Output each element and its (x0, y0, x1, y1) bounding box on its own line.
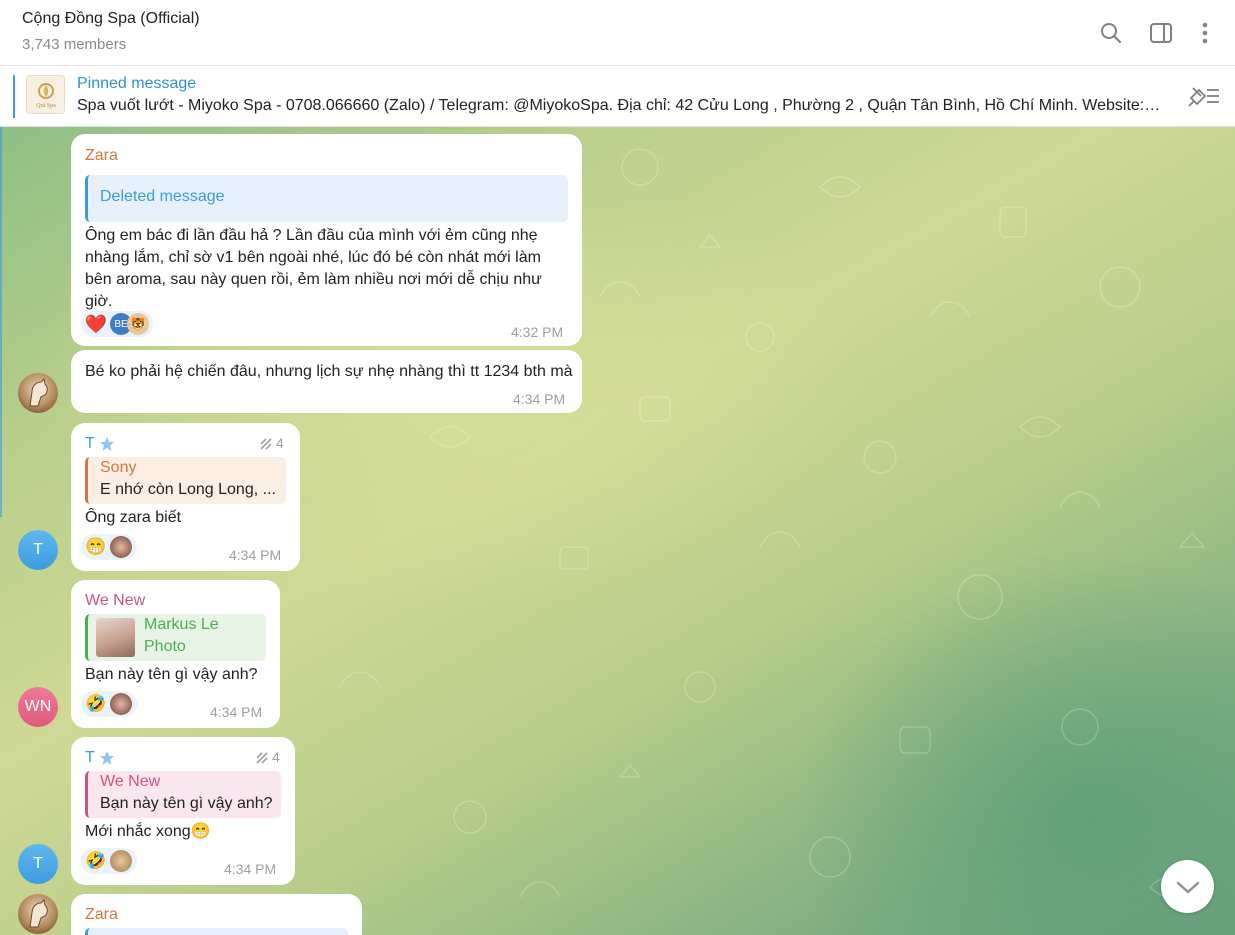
reply-quote[interactable]: We New Bạn này tên gì vậy anh? (85, 771, 281, 818)
pinned-message-bar[interactable]: Qui Spa Pinned message Spa vuốt lướt - M… (0, 66, 1235, 127)
sidebar-toggle-icon[interactable] (1148, 20, 1174, 46)
reactions[interactable]: 🤣 (81, 848, 137, 874)
user-avatar[interactable]: WN (18, 687, 58, 727)
chat-title[interactable]: Cộng Đồng Spa (Official) (22, 10, 200, 28)
reactions[interactable]: ❤️ BE 🐯 (81, 311, 153, 337)
reactor-avatar (110, 536, 132, 558)
views-icon (260, 438, 272, 450)
message-time: 4:34 PM (513, 391, 566, 407)
user-avatar[interactable]: T (18, 530, 58, 570)
quote-text: Bạn này tên gì vậy anh? (100, 795, 273, 812)
member-count: 3,743 members (22, 36, 127, 53)
quote-name: Markus Le (144, 616, 219, 633)
quote-name: Sony (100, 459, 137, 476)
views-icon (256, 752, 268, 764)
message-bubble[interactable]: Zara (71, 894, 362, 935)
message-time: 4:34 PM (210, 704, 263, 720)
message-bubble[interactable]: We New Markus Le Photo Bạn này tên gì vậ… (71, 580, 280, 728)
view-count: 4 (272, 749, 280, 765)
message-bubble[interactable]: T 4 We New Bạn này tên gì vậy anh? Mới n… (71, 737, 295, 885)
chevron-down-icon (1176, 881, 1199, 893)
reactor-avatar: 🐯 (127, 313, 149, 335)
scroll-indicator (0, 127, 2, 517)
reply-quote[interactable]: Markus Le Photo (85, 614, 266, 661)
user-avatar[interactable]: T (18, 844, 58, 884)
scroll-down-button[interactable] (1161, 860, 1214, 913)
chat-area[interactable]: Zara Deleted message Ông em bác đi lần đ… (0, 127, 1235, 935)
spa-logo-icon: Qui Spa (36, 82, 56, 109)
reply-quote (85, 928, 348, 935)
message-text: Ông zara biết (85, 509, 182, 526)
reply-quote[interactable]: Sony E nhớ còn Long Long, ... (85, 457, 286, 504)
svg-text:Qui Spa: Qui Spa (36, 103, 56, 109)
more-options-icon[interactable] (1192, 20, 1218, 46)
search-icon[interactable] (1098, 20, 1124, 46)
message-time: 4:34 PM (229, 547, 282, 563)
reactor-avatar (110, 850, 132, 872)
heart-reaction-icon: ❤️ (84, 313, 108, 334)
quote-name: We New (100, 773, 161, 790)
quote-text: Deleted message (100, 188, 225, 205)
quote-text: E nhớ còn Long Long, ... (100, 481, 276, 498)
message-text: Ông em bác đi lần đầu hả ? Lần đầu của m… (85, 227, 542, 310)
message-bubble[interactable]: Zara Deleted message Ông em bác đi lần đ… (71, 134, 582, 346)
pinned-indicator (13, 75, 15, 118)
message-bubble[interactable]: T 4 Sony E nhớ còn Long Long, ... Ông za… (71, 423, 300, 571)
sender-name[interactable]: Zara (85, 147, 118, 165)
message-text: Mới nhắc xong😁 (85, 823, 211, 840)
pinned-label: Pinned message (77, 75, 197, 92)
message-time: 4:34 PM (224, 861, 277, 877)
sender-name[interactable]: Zara (85, 906, 118, 924)
horse-avatar[interactable] (18, 373, 58, 413)
horse-avatar[interactable] (18, 894, 58, 934)
reactions[interactable]: 🤣 (81, 691, 137, 717)
grinning-reaction-icon: 😁 (85, 537, 107, 556)
sender-name[interactable]: T (85, 749, 95, 767)
pinned-list-icon[interactable] (1185, 84, 1221, 113)
message-bubble[interactable]: Bé ko phải hệ chiến đâu, nhưng lịch sự n… (71, 350, 582, 413)
laughing-reaction-icon: 🤣 (85, 851, 107, 870)
reactions[interactable]: 😁 (81, 534, 137, 560)
message-time: 4:32 PM (511, 324, 564, 340)
photo-thumbnail (96, 618, 135, 657)
message-text: Bạn này tên gì vậy anh? (85, 666, 258, 683)
reply-quote[interactable]: Deleted message (85, 175, 568, 222)
reactor-avatar (110, 693, 132, 715)
pinned-text: Spa vuốt lướt - Miyoko Spa - 0708.066660… (77, 97, 1162, 114)
star-icon (100, 751, 114, 765)
sender-name[interactable]: T (85, 435, 95, 453)
chat-header: Cộng Đồng Spa (Official) 3,743 members (0, 0, 1235, 66)
quote-text: Photo (144, 638, 186, 655)
pinned-thumbnail: Qui Spa (26, 75, 65, 114)
message-text: Bé ko phải hệ chiến đâu, nhưng lịch sự n… (85, 363, 573, 380)
star-icon (100, 437, 114, 451)
sender-name[interactable]: We New (85, 592, 145, 610)
view-count: 4 (276, 435, 284, 451)
laughing-reaction-icon: 🤣 (85, 694, 107, 713)
